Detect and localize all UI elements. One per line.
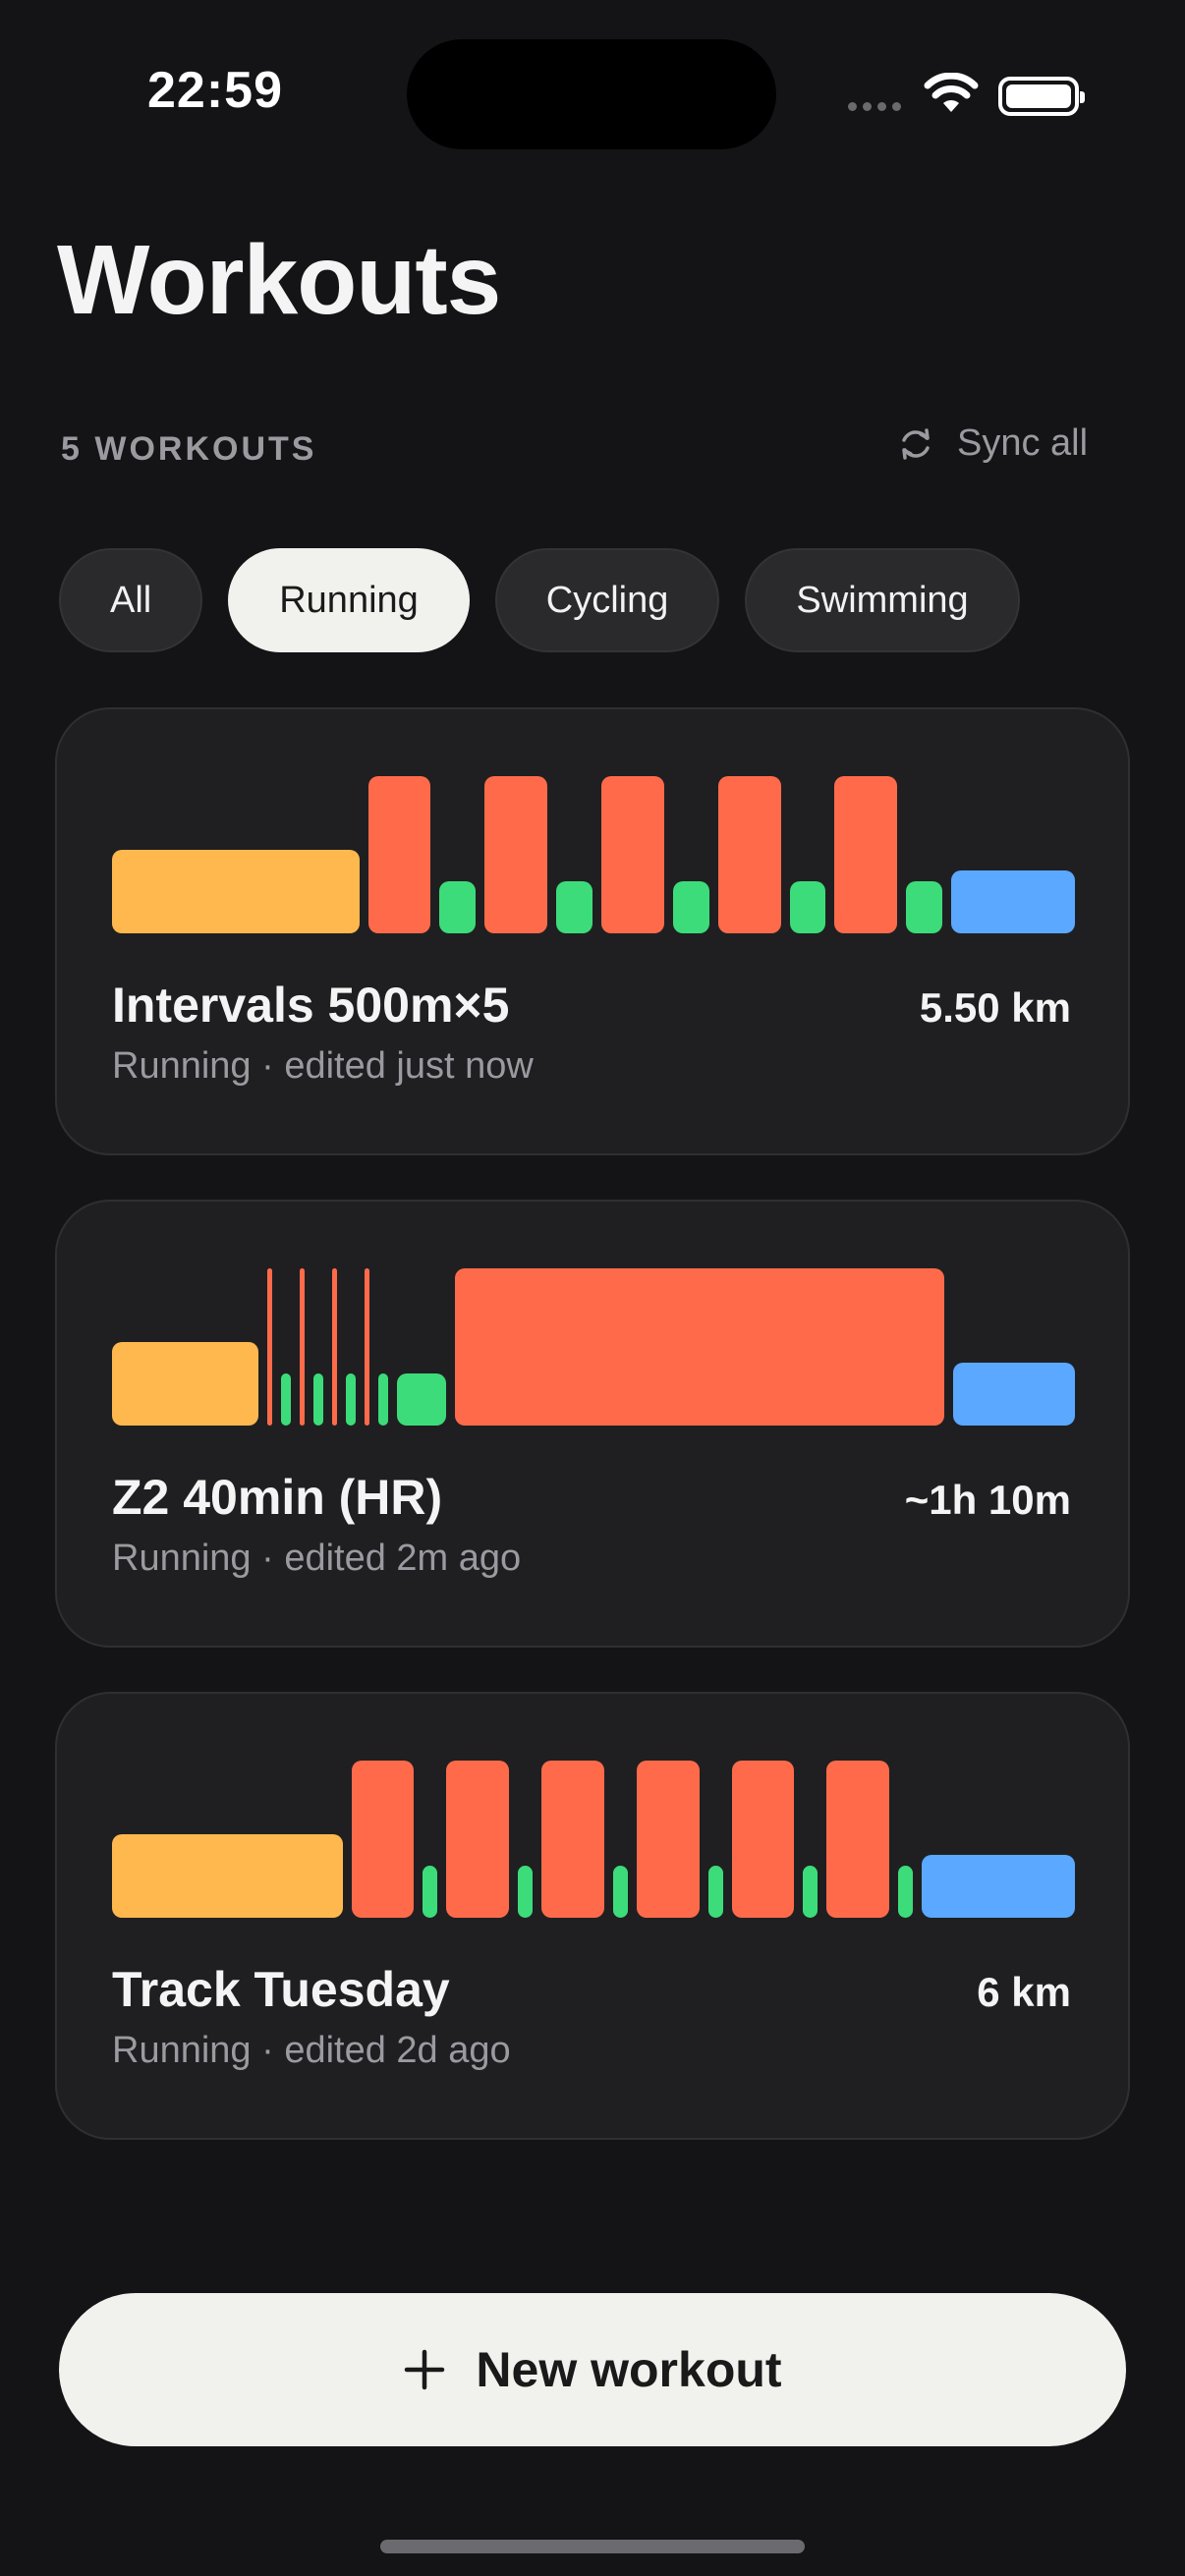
segment-bar-cooldown: [951, 870, 1075, 933]
sync-all-label: Sync all: [957, 422, 1089, 464]
segment-bar-recovery: [439, 881, 477, 933]
filter-chips: All Running Cycling Swimming: [59, 548, 1020, 652]
dynamic-island: [407, 39, 776, 149]
segment-bar-work: [731, 1761, 795, 1918]
segment-bar-recovery: [518, 1866, 534, 1918]
segment-bar-work: [351, 1761, 415, 1918]
segment-bar-work: [636, 1761, 700, 1918]
segment-bar-work: [484, 776, 548, 933]
segment-bar-recovery: [906, 881, 943, 933]
wifi-icon: [924, 73, 979, 112]
segment-bar-warmup: [112, 1834, 343, 1918]
workout-segments-chart: [57, 1202, 1132, 1457]
workout-meta: Running · edited just now: [112, 1045, 534, 1087]
segment-bar-recovery: [313, 1373, 324, 1426]
page-title: Workouts: [57, 225, 501, 335]
filter-chip-cycling[interactable]: Cycling: [494, 548, 720, 652]
segment-bar-recovery: [672, 881, 709, 933]
sync-icon: [902, 427, 930, 460]
segment-bar-recovery: [612, 1866, 628, 1918]
workout-distance: ~1h 10m: [904, 1477, 1071, 1523]
segment-bar-recovery: [898, 1866, 914, 1918]
segment-bar-work: [454, 1268, 944, 1426]
workout-card[interactable]: Track Tuesday Running · edited 2d ago 6 …: [55, 1692, 1130, 2140]
workout-name: Track Tuesday: [112, 1962, 450, 2017]
segment-bar-recovery: [423, 1866, 438, 1918]
segment-bar-work: [367, 776, 431, 933]
segment-bar-recovery: [707, 1866, 723, 1918]
filter-chip-running[interactable]: Running: [228, 548, 470, 652]
segment-bar-work: [300, 1268, 306, 1426]
segment-bar-work: [365, 1268, 370, 1426]
workout-distance: 5.50 km: [919, 984, 1071, 1031]
segment-bar-work: [826, 1761, 890, 1918]
segment-bar-warmup: [112, 850, 360, 933]
battery-icon: [998, 77, 1085, 116]
segment-bar-work: [446, 1761, 510, 1918]
workout-segments-chart: [57, 709, 1132, 965]
segment-bar-work: [601, 776, 664, 933]
workout-meta: Running · edited 2d ago: [112, 2030, 511, 2071]
filter-chip-swimming[interactable]: Swimming: [745, 548, 1020, 652]
workout-distance: 6 km: [977, 1969, 1071, 2015]
new-workout-label: New workout: [476, 2342, 782, 2397]
segment-bar-work: [834, 776, 898, 933]
segment-bar-recovery: [397, 1373, 446, 1426]
segment-bar-recovery: [281, 1373, 292, 1426]
home-indicator: [380, 2540, 805, 2553]
segment-bar-recovery: [346, 1373, 357, 1426]
segment-bar-work: [717, 776, 781, 933]
sync-all-button[interactable]: Sync all: [896, 422, 1088, 465]
plus-icon: [405, 2349, 445, 2390]
segment-bar-work: [541, 1761, 604, 1918]
filter-chip-all[interactable]: All: [59, 548, 203, 652]
workout-name: Intervals 500m×5: [112, 978, 510, 1033]
workout-card[interactable]: Z2 40min (HR) Running · edited 2m ago ~1…: [55, 1200, 1130, 1648]
workout-meta: Running · edited 2m ago: [112, 1538, 522, 1579]
new-workout-button[interactable]: New workout: [59, 2293, 1126, 2446]
segment-bar-cooldown: [922, 1855, 1075, 1918]
workout-count: 5 WORKOUTS: [61, 430, 317, 468]
segment-bar-recovery: [789, 881, 826, 933]
segment-bar-work: [267, 1268, 273, 1426]
workout-card[interactable]: Intervals 500m×5 Running · edited just n…: [55, 707, 1130, 1155]
cellular-signal-icon: [848, 102, 901, 111]
segment-bar-recovery: [378, 1373, 389, 1426]
workout-segments-chart: [57, 1694, 1132, 1949]
segment-bar-cooldown: [952, 1363, 1075, 1426]
status-time: 22:59: [147, 62, 283, 119]
segment-bar-work: [332, 1268, 338, 1426]
segment-bar-warmup: [112, 1342, 259, 1426]
workout-name: Z2 40min (HR): [112, 1470, 443, 1525]
segment-bar-recovery: [803, 1866, 818, 1918]
segment-bar-recovery: [556, 881, 593, 933]
